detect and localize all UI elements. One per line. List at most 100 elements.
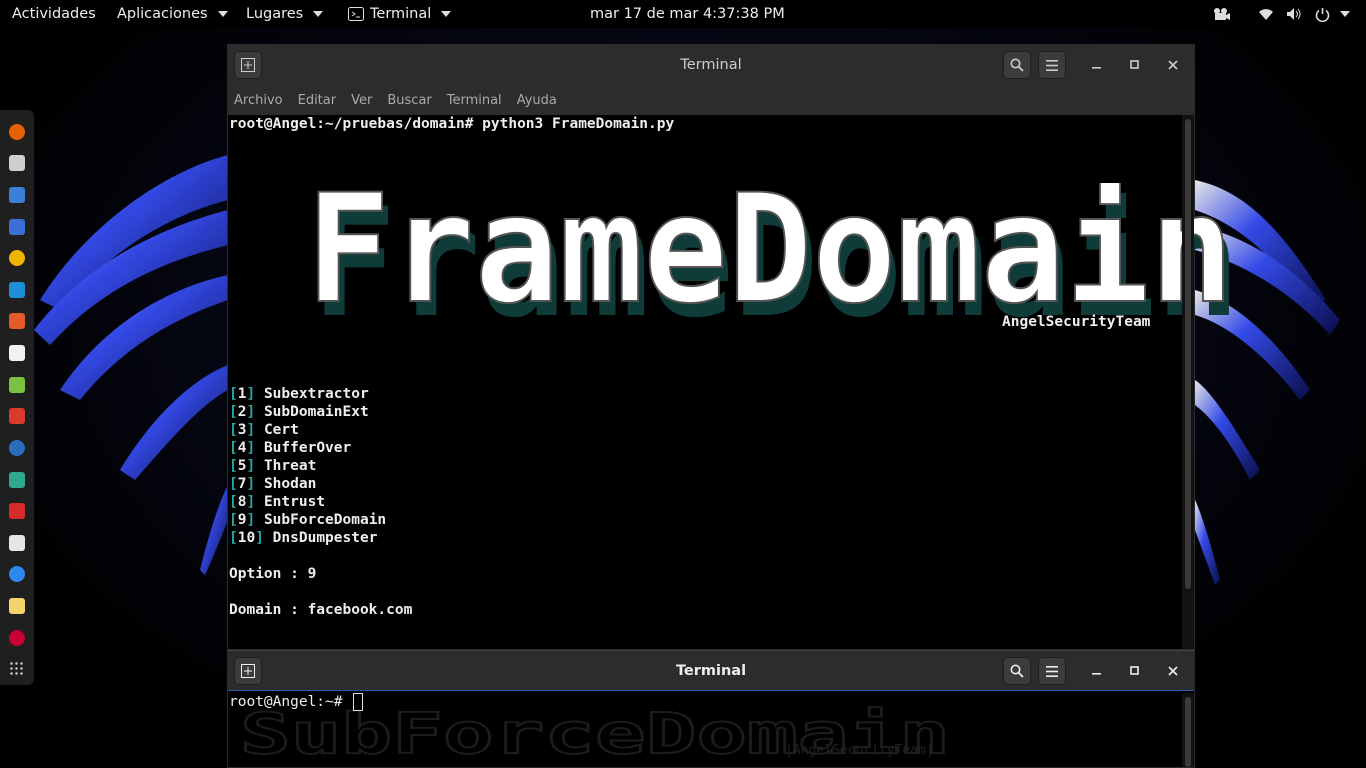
volume-indicator[interactable] xyxy=(1286,0,1302,28)
applications-menu[interactable]: Aplicaciones xyxy=(117,0,228,28)
dock-item-terminal[interactable] xyxy=(0,148,34,180)
option-number: 10 xyxy=(237,530,256,546)
close-button[interactable] xyxy=(1159,51,1187,79)
options-list: [1] Subextractor [2] SubDomainExt [3] Cert… xyxy=(229,385,386,547)
search-button[interactable] xyxy=(1003,51,1031,79)
firefox-icon xyxy=(9,123,25,140)
scrollbar[interactable] xyxy=(1182,693,1194,767)
dock-item-chat[interactable] xyxy=(0,559,34,591)
maximize-button[interactable] xyxy=(1121,51,1149,79)
dock-item-leafpad[interactable] xyxy=(0,369,34,401)
maximize-icon xyxy=(1130,60,1139,69)
dock-item-office[interactable] xyxy=(0,400,34,432)
clock-label: mar 17 de mar 4:37:38 PM xyxy=(590,6,785,22)
bracket-close: ] xyxy=(246,476,256,492)
dock-item-maltego[interactable] xyxy=(0,274,34,306)
close-button[interactable] xyxy=(1159,657,1187,685)
camera-indicator[interactable] xyxy=(1213,0,1231,28)
chat-icon xyxy=(9,566,25,583)
bracket-open: [ xyxy=(229,458,238,474)
wifi-indicator[interactable] xyxy=(1258,0,1274,28)
places-menu[interactable]: Lugares xyxy=(246,0,324,28)
hamburger-icon xyxy=(1046,59,1058,71)
dock-item-text-editor[interactable] xyxy=(0,527,34,559)
scrollbar[interactable] xyxy=(1182,115,1194,649)
domain-line: Domain : facebook.com xyxy=(229,602,413,618)
terminal-app-label: Terminal xyxy=(370,6,432,22)
activities-label: Actividades xyxy=(12,6,96,22)
hamburger-menu-button[interactable] xyxy=(1038,657,1066,685)
bracket-open: [ xyxy=(229,494,238,510)
menu-ayuda[interactable]: Ayuda xyxy=(517,93,557,108)
minimize-button[interactable] xyxy=(1083,657,1111,685)
power-menu[interactable] xyxy=(1315,0,1350,28)
search-icon xyxy=(1010,664,1024,678)
hamburger-icon xyxy=(1046,665,1058,677)
menu-archivo[interactable]: Archivo xyxy=(234,93,283,108)
minimize-button[interactable] xyxy=(1083,51,1111,79)
terminal-icon xyxy=(9,155,25,172)
text-cursor xyxy=(353,693,364,711)
dock xyxy=(0,110,34,685)
dock-item-wireshark[interactable] xyxy=(0,432,34,464)
menu-terminal[interactable]: Terminal xyxy=(447,93,502,108)
scrollbar-thumb[interactable] xyxy=(1185,697,1191,767)
android-icon xyxy=(9,471,25,488)
new-tab-icon xyxy=(241,664,255,678)
dock-item-metasploit[interactable] xyxy=(0,211,34,243)
titlebar: Terminal xyxy=(228,45,1194,85)
close-icon xyxy=(1168,60,1178,70)
dock-item-app-grid[interactable] xyxy=(0,653,34,685)
app-grid-icon xyxy=(9,661,25,678)
clock[interactable]: mar 17 de mar 4:37:38 PM xyxy=(590,0,785,28)
bracket-open: [ xyxy=(229,440,238,456)
bracket-close: ] xyxy=(246,386,256,402)
armitage-icon xyxy=(9,313,25,330)
camera-icon xyxy=(1214,8,1230,20)
dock-item-fern[interactable] xyxy=(0,495,34,527)
dock-item-notes[interactable] xyxy=(0,590,34,622)
dock-item-android[interactable] xyxy=(0,464,34,496)
dock-item-zaproxy[interactable] xyxy=(0,337,34,369)
terminal-app-menu[interactable]: Terminal xyxy=(348,0,452,28)
dock-item-burpsuite[interactable] xyxy=(0,242,34,274)
wifi-icon xyxy=(1259,9,1273,20)
hamburger-menu-button[interactable] xyxy=(1038,51,1066,79)
menu-buscar[interactable]: Buscar xyxy=(387,93,431,108)
bracket-close: ] xyxy=(246,494,256,510)
menu-ver[interactable]: Ver xyxy=(351,93,372,108)
option-name: SubDomainExt xyxy=(263,404,369,420)
scrollbar-thumb[interactable] xyxy=(1185,119,1191,589)
maximize-button[interactable] xyxy=(1121,657,1149,685)
bracket-close: ] xyxy=(246,440,256,456)
new-tab-button[interactable] xyxy=(234,657,262,685)
terminal-window-secondary: Terminal SubForceDomain |AngelSecurityTe… xyxy=(227,650,1195,768)
option-item: [10] DnsDumpester xyxy=(229,529,386,547)
dock-item-debian[interactable] xyxy=(0,622,34,654)
activities-button[interactable]: Actividades xyxy=(12,0,96,28)
bracket-open: [ xyxy=(229,422,238,438)
command-line: root@Angel:~/pruebas/domain# python3 Fra… xyxy=(229,116,675,132)
terminal-output[interactable]: root@Angel:~/pruebas/domain# python3 Fra… xyxy=(228,115,1240,649)
terminal-input[interactable]: root@Angel:~# xyxy=(228,693,1182,767)
dock-item-firefox[interactable] xyxy=(0,116,34,148)
dock-item-files[interactable] xyxy=(0,179,34,211)
option-name: DnsDumpester xyxy=(272,530,378,546)
option-item: [1] Subextractor xyxy=(229,385,386,403)
option-name: Shodan xyxy=(263,476,317,492)
terminal-icon xyxy=(348,7,364,21)
top-panel: Actividades Aplicaciones Lugares Termina… xyxy=(0,0,1366,28)
framedomain-banner: FrameDomain FrameDomain xyxy=(236,162,1240,351)
menu-editar[interactable]: Editar xyxy=(298,93,337,108)
option-name: Entrust xyxy=(263,494,326,510)
search-button[interactable] xyxy=(1003,657,1031,685)
leafpad-icon xyxy=(9,376,25,393)
bracket-open: [ xyxy=(229,512,238,528)
bracket-close: ] xyxy=(255,530,264,546)
new-tab-button[interactable] xyxy=(234,51,262,79)
dock-item-armitage[interactable] xyxy=(0,306,34,338)
terminal-window-main: Terminal Archivo Editar Ver Buscar Terminal A… xyxy=(227,44,1240,650)
option-item: [9] SubForceDomain xyxy=(229,511,386,529)
option-item: [5] Threat xyxy=(229,457,386,475)
option-item: [8] Entrust xyxy=(229,493,386,511)
